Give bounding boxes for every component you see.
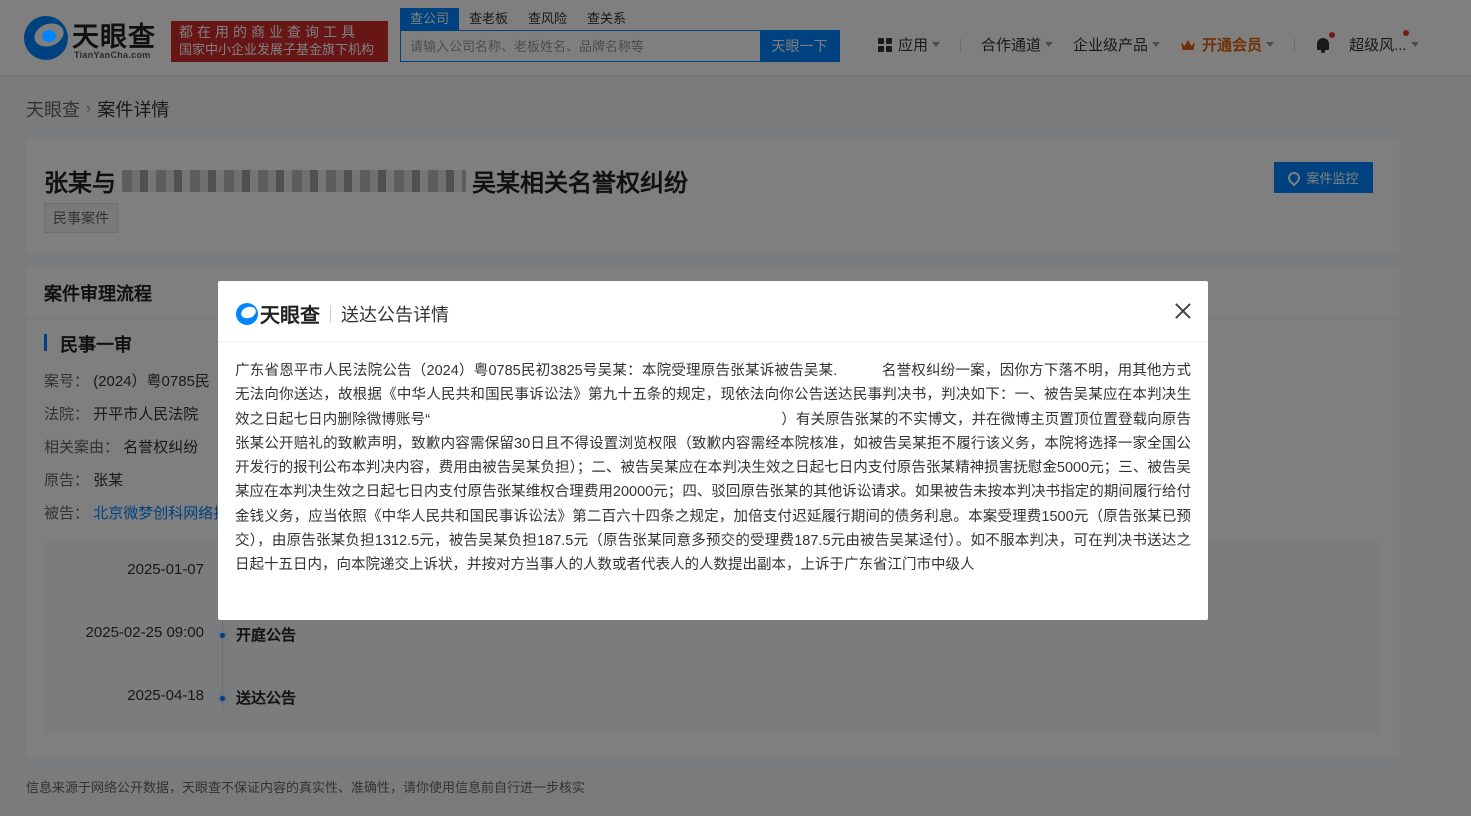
notice-detail-modal: 天眼查 送达公告详情 广东省恩平市人民法院公告（2024）粤0785民初3825… <box>218 281 1208 620</box>
modal-logo: 天眼查 送达公告详情 <box>236 299 449 328</box>
modal-logo-divider <box>330 304 331 323</box>
modal-title: 送达公告详情 <box>341 304 449 325</box>
close-icon[interactable] <box>1173 301 1193 321</box>
logo-eye-icon <box>236 302 258 325</box>
modal-body-text: 广东省恩平市人民法院公告（2024）粤0785民初3825号吴某：本院受理原告张… <box>235 363 1191 574</box>
modal-header: 天眼查 送达公告详情 <box>218 281 1208 342</box>
modal-logo-text: 天眼查 <box>260 305 320 327</box>
